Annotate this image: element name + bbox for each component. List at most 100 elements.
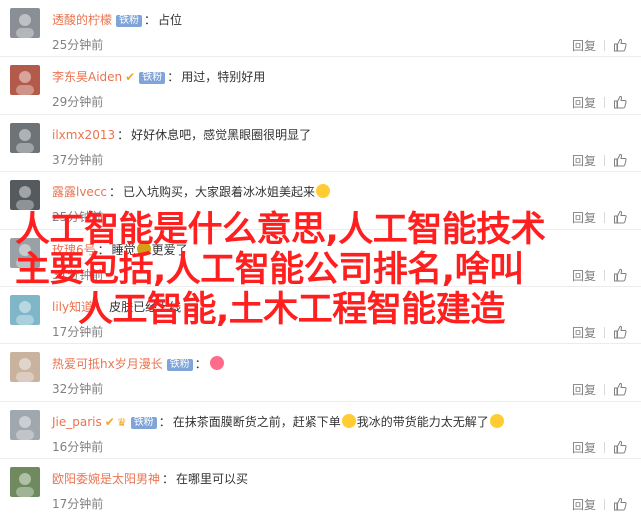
comment-actions: 回复: [572, 440, 627, 455]
comment-list: 透酸的柠檬 铁粉：占位 25分钟前 回复 李东昊Aiden ✔ 铁粉：用过，特别好用 29分钟…: [0, 0, 641, 517]
comment-actions: 回复: [572, 153, 627, 168]
comment-text: 用过，特别好用: [181, 70, 266, 85]
comment-text-continued: 我冰的带货能力太无解了: [356, 414, 489, 429]
comment-actions: 回复: [572, 210, 627, 225]
username-link[interactable]: 热爱可抵hx岁月漫长: [52, 357, 163, 371]
thumbs-up-icon[interactable]: [613, 95, 627, 109]
thumbs-up-icon[interactable]: [613, 497, 627, 511]
comment-time: 25分钟前: [52, 210, 104, 225]
fan-badge: 铁粉: [139, 72, 166, 85]
comment-line: 欧阳委婉是太阳男神：在哪里可以买: [52, 471, 248, 487]
thumbs-up-icon[interactable]: [613, 38, 627, 52]
comment-time: 17分钟前: [52, 497, 104, 512]
fan-badge: 铁粉: [116, 15, 143, 27]
username-link[interactable]: lily知道: [52, 300, 93, 314]
reply-button[interactable]: 回复: [572, 383, 596, 397]
colon-separator: ：: [158, 414, 171, 429]
comment-time: 32分钟前: [52, 382, 104, 397]
avatar[interactable]: [10, 352, 40, 383]
comment-actions: 回复: [572, 497, 627, 512]
comment-line: lily知道：皮肤已经上线: [52, 299, 181, 315]
comment-line: 玫瑰6号：睡觉 更爱了: [52, 241, 188, 258]
reply-button[interactable]: 回复: [572, 39, 596, 53]
avatar[interactable]: [10, 409, 40, 440]
username-link[interactable]: 玫瑰6号: [52, 243, 96, 257]
comment-row: 透酸的柠檬 铁粉：占位 25分钟前 回复: [0, 0, 641, 58]
avatar[interactable]: [10, 467, 40, 498]
comment-text: 占位: [158, 13, 183, 27]
thumbs-up-icon[interactable]: [613, 382, 627, 396]
comment-line: 热爱可抵hx岁月漫长 铁粉：: [52, 356, 225, 372]
comment-line: 透酸的柠檬 铁粉：占位: [52, 12, 182, 28]
comment-row: Jie_paris ✔ ♛ 铁粉：在抹茶面膜断货之前，赶紧下单 我冰的带货能力太无解了 1…: [0, 402, 641, 460]
comment-text-continued: 更爱了: [151, 242, 188, 257]
colon-separator: ：: [194, 357, 207, 372]
divider: [604, 441, 605, 453]
comment-actions: 回复: [572, 38, 627, 53]
divider: [604, 269, 605, 281]
reply-button[interactable]: 回复: [572, 154, 596, 168]
comment-actions: 回复: [572, 95, 627, 110]
username-link[interactable]: Jie_paris: [52, 415, 102, 429]
comment-time: 16分钟前: [52, 439, 104, 454]
colon-separator: ：: [144, 13, 157, 27]
comment-time: 37分钟前: [52, 152, 104, 167]
comment-row: 露露lvecc：已入坑购买，大家跟着冰冰姐美起来 25分钟前 回复: [0, 172, 641, 230]
thumbs-up-icon[interactable]: [613, 153, 627, 167]
comment-time: 25分钟前: [52, 38, 104, 52]
thumbs-up-icon[interactable]: [613, 325, 627, 339]
avatar[interactable]: [10, 122, 40, 153]
divider: [604, 212, 605, 224]
comment-time: 17分钟前: [52, 324, 104, 339]
username-link[interactable]: 欧阳委婉是太阳男神: [52, 472, 160, 486]
comment-text: 好好休息吧，感觉黑眼圈很明显了: [131, 127, 312, 142]
divider: [604, 326, 605, 338]
reply-button[interactable]: 回复: [572, 441, 596, 455]
thumbs-up-icon[interactable]: [613, 268, 627, 282]
comment-row: 热爱可抵hx岁月漫长 铁粉： 32分钟前 回复: [0, 344, 641, 402]
avatar[interactable]: [10, 237, 40, 268]
comment-row: ilxmx2013：好好休息吧，感觉黑眼圈很明显了 37分钟前 回复: [0, 115, 641, 173]
fan-badge: 铁粉: [130, 416, 157, 429]
avatar[interactable]: [10, 180, 40, 211]
colon-separator: ：: [167, 70, 180, 85]
colon-separator: ：: [95, 299, 108, 314]
reply-button[interactable]: 回复: [572, 326, 596, 340]
avatar[interactable]: [10, 8, 40, 38]
comment-line: ilxmx2013：好好休息吧，感觉黑眼圈很明显了: [52, 127, 311, 143]
comment-actions: 回复: [572, 325, 627, 340]
comment-line: Jie_paris ✔ ♛ 铁粉：在抹茶面膜断货之前，赶紧下单 我冰的带货能力太无解了: [52, 413, 505, 431]
reply-button[interactable]: 回复: [572, 96, 596, 110]
crown-icon: ♛: [116, 415, 127, 429]
comment-actions: 回复: [572, 268, 627, 283]
thumbs-up-icon[interactable]: [613, 210, 627, 224]
colon-separator: ：: [162, 472, 175, 487]
username-link[interactable]: 露露lvecc: [52, 185, 107, 199]
reply-button[interactable]: 回复: [572, 269, 596, 283]
verified-icon: ✔: [125, 70, 136, 85]
username-link[interactable]: ilxmx2013: [52, 128, 115, 142]
comment-time: 29分钟前: [52, 95, 104, 110]
username-link[interactable]: 李东昊Aiden: [52, 70, 122, 84]
thumbs-up-icon[interactable]: [613, 440, 627, 454]
comment-text: 皮肤已经上线: [109, 299, 182, 314]
comment-line: 李东昊Aiden ✔ 铁粉：用过，特别好用: [52, 69, 265, 85]
emoji-icon: [489, 413, 504, 428]
reply-button[interactable]: 回复: [572, 211, 596, 225]
comment-actions: 回复: [572, 382, 627, 397]
avatar[interactable]: [10, 294, 40, 325]
comment-row: lily知道：皮肤已经上线 17分钟前 回复: [0, 287, 641, 345]
colon-separator: ：: [97, 242, 110, 257]
comment-row: 玫瑰6号：睡觉 更爱了 31分钟前 回复: [0, 230, 641, 287]
emoji-icon: [136, 241, 151, 256]
colon-separator: ：: [117, 127, 130, 142]
username-link[interactable]: 透酸的柠檬: [52, 13, 112, 27]
reply-button[interactable]: 回复: [572, 498, 596, 512]
emoji-icon: [341, 413, 356, 428]
comment-row: 欧阳委婉是太阳男神：在哪里可以买 17分钟前 回复: [0, 459, 641, 516]
comment-line: 露露lvecc：已入坑购买，大家跟着冰冰姐美起来: [52, 184, 331, 200]
divider: [604, 97, 605, 109]
avatar[interactable]: [10, 65, 40, 96]
verified-icon: ✔: [104, 414, 115, 429]
emoji-icon: [209, 356, 224, 371]
